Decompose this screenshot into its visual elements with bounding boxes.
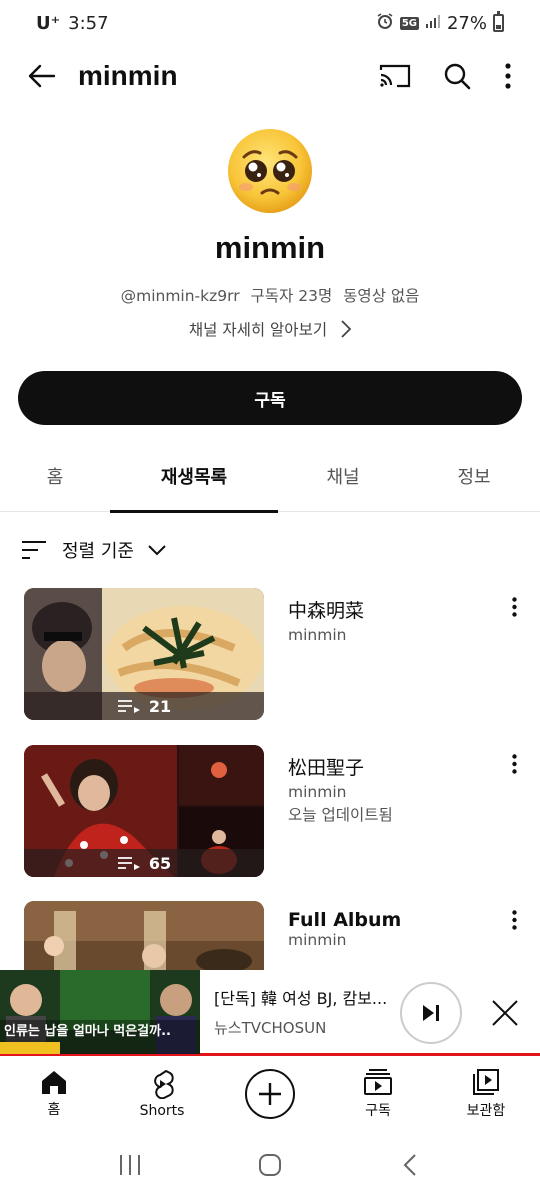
play-next-icon <box>423 1005 439 1021</box>
channel-about-label: 채널 자세히 알아보기 <box>188 321 328 339</box>
chevron-down-icon <box>148 545 166 556</box>
mini-player-channel: 뉴스TVCHOSUN <box>214 1019 327 1037</box>
chevron-left-icon <box>403 1154 416 1176</box>
cast-button[interactable] <box>364 46 426 106</box>
search-button[interactable] <box>426 46 488 106</box>
playlist-item[interactable]: 65 松田聖子 minmin 오늘 업데이트됨 <box>0 745 540 885</box>
more-vert-icon <box>505 63 511 89</box>
tab-playlists[interactable]: 재생목록 <box>110 440 278 513</box>
cast-icon <box>379 64 411 88</box>
playlist-item[interactable]: Full Album minmin <box>0 901 540 971</box>
chevron-right-icon <box>341 320 352 338</box>
arrow-back-icon <box>28 64 56 88</box>
video-count: 동영상 없음 <box>343 287 420 305</box>
system-back-button[interactable] <box>380 1140 440 1190</box>
battery-percent: 27% <box>446 12 487 34</box>
more-vert-icon <box>511 597 517 617</box>
tab-about[interactable]: 정보 <box>408 440 540 512</box>
channel-meta: @minmin-kz9rr 구독자 23명 동영상 없음 <box>0 284 540 306</box>
playlist-item[interactable]: 21 中森明菜 minmin <box>0 588 540 728</box>
alarm-icon <box>376 12 394 35</box>
channel-name: minmin <box>214 230 326 265</box>
sort-label: 정렬 기준 <box>62 541 134 562</box>
nav-home[interactable]: 홈 <box>0 1059 108 1129</box>
playlist-video-count: 65 <box>24 849 264 877</box>
playlist-channel: minmin <box>288 783 347 801</box>
playlist-thumbnail[interactable]: 21 <box>24 588 264 720</box>
playlist-channel: minmin <box>288 626 347 644</box>
playlist-menu-button[interactable] <box>502 592 526 622</box>
channel-about-link[interactable]: 채널 자세히 알아보기 <box>0 318 540 340</box>
home-circle-icon <box>259 1154 281 1176</box>
sort-dropdown[interactable]: 정렬 기준 <box>20 530 166 570</box>
playlist-thumbnail[interactable]: 65 <box>24 745 264 877</box>
create-icon <box>245 1069 295 1119</box>
mini-player-thumbnail[interactable]: 인류는 납을 얼마나 먹은걸까.. <box>0 969 200 1054</box>
playlist-channel: minmin <box>288 931 347 949</box>
playlist-title: Full Album <box>288 909 402 931</box>
playlist-video-count: 21 <box>24 692 264 720</box>
signal-icon <box>425 13 441 34</box>
nav-shorts[interactable]: Shorts <box>108 1059 216 1129</box>
search-icon <box>444 63 471 90</box>
playlist-menu-button[interactable] <box>502 749 526 779</box>
status-time: 3:57 <box>68 12 109 34</box>
mini-player-title: [단독] 韓 여성 BJ, 캄보... <box>214 989 388 1008</box>
tab-channels[interactable]: 채널 <box>278 440 408 512</box>
mini-player-play-next-button[interactable] <box>400 982 462 1044</box>
playlist-icon <box>117 857 140 870</box>
subscriptions-icon <box>364 1069 392 1095</box>
channel-tabs: 홈 재생목록 채널 정보 <box>0 440 540 513</box>
playlist-title: 松田聖子 <box>288 757 365 779</box>
nav-create[interactable] <box>216 1059 324 1129</box>
carrier-label: U⁺ <box>36 12 61 34</box>
playlist-thumbnail[interactable] <box>24 901 264 971</box>
avatar <box>226 127 314 215</box>
pleading-face-emoji-icon <box>228 129 312 213</box>
library-icon <box>473 1069 499 1095</box>
playlist-icon <box>117 700 140 713</box>
home-icon <box>42 1071 66 1094</box>
subscriber-count: 구독자 23명 <box>250 287 333 305</box>
battery-icon <box>493 11 504 32</box>
app-bar: minmin <box>0 46 540 106</box>
mini-player[interactable]: 인류는 납을 얼마나 먹은걸까.. [단독] 韓 여성 BJ, 캄보... 뉴스… <box>0 969 540 1056</box>
more-vert-icon <box>511 754 517 774</box>
nav-library[interactable]: 보관함 <box>432 1059 540 1129</box>
back-button[interactable] <box>12 46 72 106</box>
recent-apps-icon <box>120 1155 140 1175</box>
more-vert-icon <box>511 910 517 930</box>
bottom-navigation: 홈 Shorts 구독 보관함 <box>0 1059 540 1129</box>
more-options-button[interactable] <box>488 46 528 106</box>
channel-handle: @minmin-kz9rr <box>120 287 240 305</box>
app-bar-title: minmin <box>78 60 178 91</box>
playlist-menu-button[interactable] <box>502 905 526 935</box>
shorts-icon <box>154 1069 174 1099</box>
tab-home[interactable]: 홈 <box>0 440 110 512</box>
sort-icon <box>22 541 46 559</box>
status-bar: U⁺ 3:57 5G 27% <box>0 0 540 46</box>
playlist-title: 中森明菜 <box>288 600 365 622</box>
recent-apps-button[interactable] <box>100 1140 160 1190</box>
subscribe-button[interactable]: 구독 <box>18 371 522 425</box>
close-icon <box>492 1000 518 1026</box>
mini-player-thumb-caption: 인류는 납을 얼마나 먹은걸까.. <box>4 1023 171 1039</box>
network-type-badge: 5G <box>399 16 419 30</box>
system-navigation <box>0 1130 540 1200</box>
home-system-button[interactable] <box>240 1140 300 1190</box>
nav-subscriptions[interactable]: 구독 <box>324 1059 432 1129</box>
playlist-updated: 오늘 업데이트됨 <box>288 806 393 824</box>
mini-player-close-button[interactable] <box>482 988 528 1038</box>
